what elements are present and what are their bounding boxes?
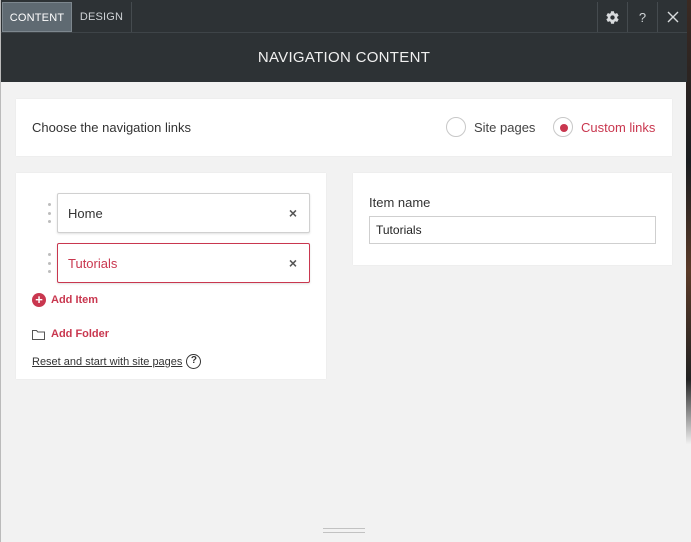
- link-source-label: Choose the navigation links: [32, 120, 191, 135]
- add-folder-button[interactable]: Add Folder: [32, 328, 109, 340]
- radio-site-pages-label: Site pages: [474, 119, 536, 135]
- resize-grip-icon[interactable]: [323, 528, 365, 533]
- radio-site-pages-circle[interactable]: [446, 117, 466, 137]
- tab-bar: CONTENT DESIGN ?: [1, 0, 687, 33]
- page-title: NAVIGATION CONTENT: [257, 49, 431, 66]
- plus-circle-icon: +: [32, 293, 46, 307]
- radio-custom-links-circle[interactable]: [553, 117, 573, 137]
- link-source-card: Choose the navigation links Site pages C…: [16, 99, 672, 156]
- item-name-input[interactable]: [369, 216, 656, 244]
- radio-custom-links[interactable]: Custom links: [553, 117, 655, 137]
- close-icon: [667, 11, 678, 23]
- list-item-tutorials[interactable]: Tutorials ×: [57, 243, 310, 283]
- list-item-label: Home: [68, 206, 103, 221]
- tab-content[interactable]: CONTENT: [2, 2, 72, 32]
- tab-design[interactable]: DESIGN: [72, 2, 132, 32]
- links-list-card: Home × Tutorials × + Add Item Add Folder…: [16, 173, 326, 379]
- radio-custom-links-label: Custom links: [581, 119, 656, 135]
- dialog-header: NAVIGATION CONTENT: [1, 33, 687, 82]
- list-item-label: Tutorials: [68, 256, 118, 271]
- drag-handle-icon[interactable]: [46, 203, 52, 223]
- settings-button[interactable]: [597, 2, 627, 32]
- item-editor-card: Item name: [353, 173, 672, 265]
- reset-row: Reset and start with site pages ?: [32, 354, 202, 369]
- add-item-label: Add Item: [51, 294, 99, 306]
- help-button[interactable]: ?: [627, 2, 657, 32]
- close-button[interactable]: [657, 2, 687, 32]
- add-item-button[interactable]: + Add Item: [32, 293, 98, 307]
- radio-site-pages[interactable]: Site pages: [446, 117, 535, 137]
- reset-link[interactable]: Reset and start with site pages: [32, 356, 182, 368]
- list-item-home[interactable]: Home ×: [57, 193, 310, 233]
- item-name-label: Item name: [369, 195, 431, 210]
- remove-item-icon[interactable]: ×: [285, 254, 301, 272]
- add-folder-label: Add Folder: [51, 328, 110, 340]
- drag-handle-icon[interactable]: [46, 253, 52, 273]
- gear-icon: [606, 10, 619, 24]
- folder-icon: [32, 329, 45, 340]
- navigation-dialog: CONTENT DESIGN ? NAVIGATION CONTENT Choo…: [0, 0, 687, 542]
- remove-item-icon[interactable]: ×: [285, 204, 301, 222]
- help-circle-icon[interactable]: ?: [186, 354, 202, 369]
